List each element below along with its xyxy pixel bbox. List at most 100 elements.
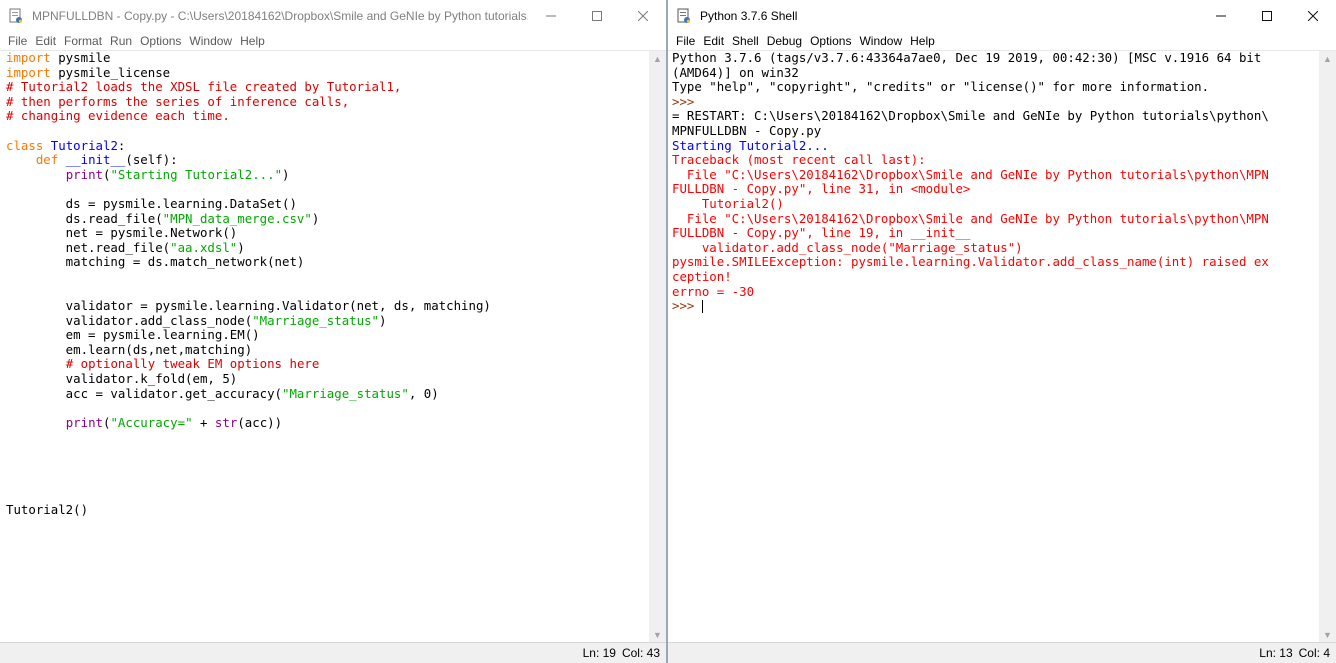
maximize-button[interactable] xyxy=(574,0,620,32)
token-bi: print xyxy=(65,166,103,182)
shell-line: pysmile.SMILEException: pysmile.learning… xyxy=(672,255,1319,270)
code-line: ds = pysmile.learning.DataSet() xyxy=(6,196,649,212)
editor-titlebar[interactable]: MPNFULLDBN - Copy.py - C:\Users\20184162… xyxy=(0,0,666,32)
column-number: Col: 4 xyxy=(1298,646,1330,660)
shell-window: Python 3.7.6 Shell File Edit Shell Debug… xyxy=(668,0,1336,663)
token-text: MPNFULLDBN - Copy.py xyxy=(672,122,822,138)
python-shell-icon xyxy=(676,8,692,24)
token-cmt: # changing evidence each time. xyxy=(6,108,230,124)
token-text: ) xyxy=(311,210,320,226)
close-button[interactable] xyxy=(1290,0,1336,32)
line-number: Ln: 19 xyxy=(582,646,616,660)
shell-scrollbar[interactable]: ▲ ▼ xyxy=(1319,51,1336,643)
minimize-icon xyxy=(546,15,556,17)
token-text: ) xyxy=(379,312,387,328)
editor-statusbar: Ln: 19 Col: 43 xyxy=(0,642,666,663)
editor-scrollbar[interactable]: ▲ ▼ xyxy=(649,51,666,643)
menu-file[interactable]: File xyxy=(672,34,699,48)
shell-titlebar[interactable]: Python 3.7.6 Shell xyxy=(668,0,1336,32)
shell-line: Python 3.7.6 (tags/v3.7.6:43364a7ae0, De… xyxy=(672,51,1319,66)
scroll-down-icon[interactable]: ▼ xyxy=(649,627,666,643)
close-button[interactable] xyxy=(620,0,666,32)
line-number: Ln: 13 xyxy=(1259,646,1293,660)
shell-statusbar: Ln: 13 Col: 4 xyxy=(668,642,1336,663)
menu-window[interactable]: Window xyxy=(185,34,236,48)
token-def: Tutorial2 xyxy=(50,137,118,153)
code-editor-text-area[interactable]: import pysmile import pysmile_license # Tu… xyxy=(0,51,649,643)
code-line: validator = pysmile.learning.Validator(n… xyxy=(6,298,649,314)
menu-help[interactable]: Help xyxy=(906,34,939,48)
menu-edit[interactable]: Edit xyxy=(699,34,728,48)
maximize-button[interactable] xyxy=(1244,0,1290,32)
token-text: validator = pysmile.learning.Validator(n… xyxy=(6,298,491,314)
maximize-icon xyxy=(1262,11,1272,21)
code-line: # then performs the series of inference … xyxy=(6,94,649,110)
scroll-up-icon[interactable]: ▲ xyxy=(649,51,666,67)
code-line: # optionally tweak EM options here xyxy=(6,357,649,372)
token-err: Tutorial2() xyxy=(672,195,784,211)
token-text: (AMD64)] on win32 xyxy=(672,64,799,80)
token-text: Type "help", "copyright", "credits" or "… xyxy=(672,79,1210,95)
shell-line: ception! xyxy=(672,268,1319,285)
token-text: (self): xyxy=(125,152,178,168)
token-text: em = pysmile.learning.EM() xyxy=(6,327,260,343)
token-text: pysmile xyxy=(50,51,111,65)
menu-options[interactable]: Options xyxy=(806,34,855,48)
menu-edit[interactable]: Edit xyxy=(31,34,60,48)
menu-format[interactable]: Format xyxy=(60,34,106,48)
menu-options[interactable]: Options xyxy=(136,34,185,48)
shell-line: FULLDBN - Copy.py", line 31, in <module> xyxy=(672,182,1319,197)
token-err: ception! xyxy=(672,268,732,284)
menu-shell[interactable]: Shell xyxy=(728,34,763,48)
maximize-icon xyxy=(592,11,602,21)
shell-line: validator.add_class_node("Marriage_statu… xyxy=(672,239,1319,256)
token-cmt: # optionally tweak EM options here xyxy=(65,356,320,372)
code-line: matching = ds.match_network(net) xyxy=(6,255,649,270)
shell-line: = RESTART: C:\Users\20184162\Dropbox\Smi… xyxy=(672,109,1319,124)
menu-run[interactable]: Run xyxy=(106,34,136,48)
menu-window[interactable]: Window xyxy=(855,34,906,48)
close-icon xyxy=(1308,11,1318,21)
token-text: net.read_file( xyxy=(6,239,171,255)
token-bi: print xyxy=(65,414,103,430)
code-line: def __init__(self): xyxy=(6,152,649,168)
token-text: ds.read_file( xyxy=(6,210,163,226)
menu-debug[interactable]: Debug xyxy=(763,34,806,48)
shell-output-area[interactable]: Python 3.7.6 (tags/v3.7.6:43364a7ae0, De… xyxy=(668,51,1319,643)
token-err: FULLDBN - Copy.py", line 19, in __init__ xyxy=(672,225,971,241)
menu-help[interactable]: Help xyxy=(236,34,269,48)
token-text: net = pysmile.Network() xyxy=(6,225,238,241)
shell-line: FULLDBN - Copy.py", line 19, in __init__ xyxy=(672,225,1319,241)
shell-menubar: File Edit Shell Debug Options Window Hel… xyxy=(668,32,1336,51)
token-err: errno = -30 xyxy=(672,283,755,299)
minimize-button[interactable] xyxy=(528,0,574,32)
token-text: + xyxy=(192,414,215,430)
scroll-down-icon[interactable]: ▼ xyxy=(1319,627,1336,643)
token-text: , 0) xyxy=(408,385,439,401)
text-cursor xyxy=(701,300,703,314)
shell-line: >>> xyxy=(672,94,1319,110)
code-line: Tutorial2() xyxy=(6,503,649,518)
token-cmt: # Tutorial2 loads the XDSL file created … xyxy=(6,79,402,95)
menu-file[interactable]: File xyxy=(4,34,31,48)
token-err: validator.add_class_node("Marriage_statu… xyxy=(672,239,1023,255)
token-str: "Accuracy=" xyxy=(110,414,193,430)
token-str: "Marriage_status" xyxy=(282,385,409,401)
token-text: em.learn(ds,net,matching) xyxy=(6,341,253,357)
minimize-button[interactable] xyxy=(1198,0,1244,32)
code-line: acc = validator.get_accuracy("Marriage_s… xyxy=(6,385,649,402)
token-text: acc = validator.get_accuracy( xyxy=(6,385,283,401)
token-text: matching = ds.match_network(net) xyxy=(6,254,305,270)
token-kw: def xyxy=(35,152,59,168)
minimize-icon xyxy=(1216,15,1226,17)
token-err: File "C:\Users\20184162\Dropbox\Smile an… xyxy=(672,210,1269,226)
scroll-up-icon[interactable]: ▲ xyxy=(1319,51,1336,67)
token-err: FULLDBN - Copy.py", line 31, in <module> xyxy=(672,181,971,197)
